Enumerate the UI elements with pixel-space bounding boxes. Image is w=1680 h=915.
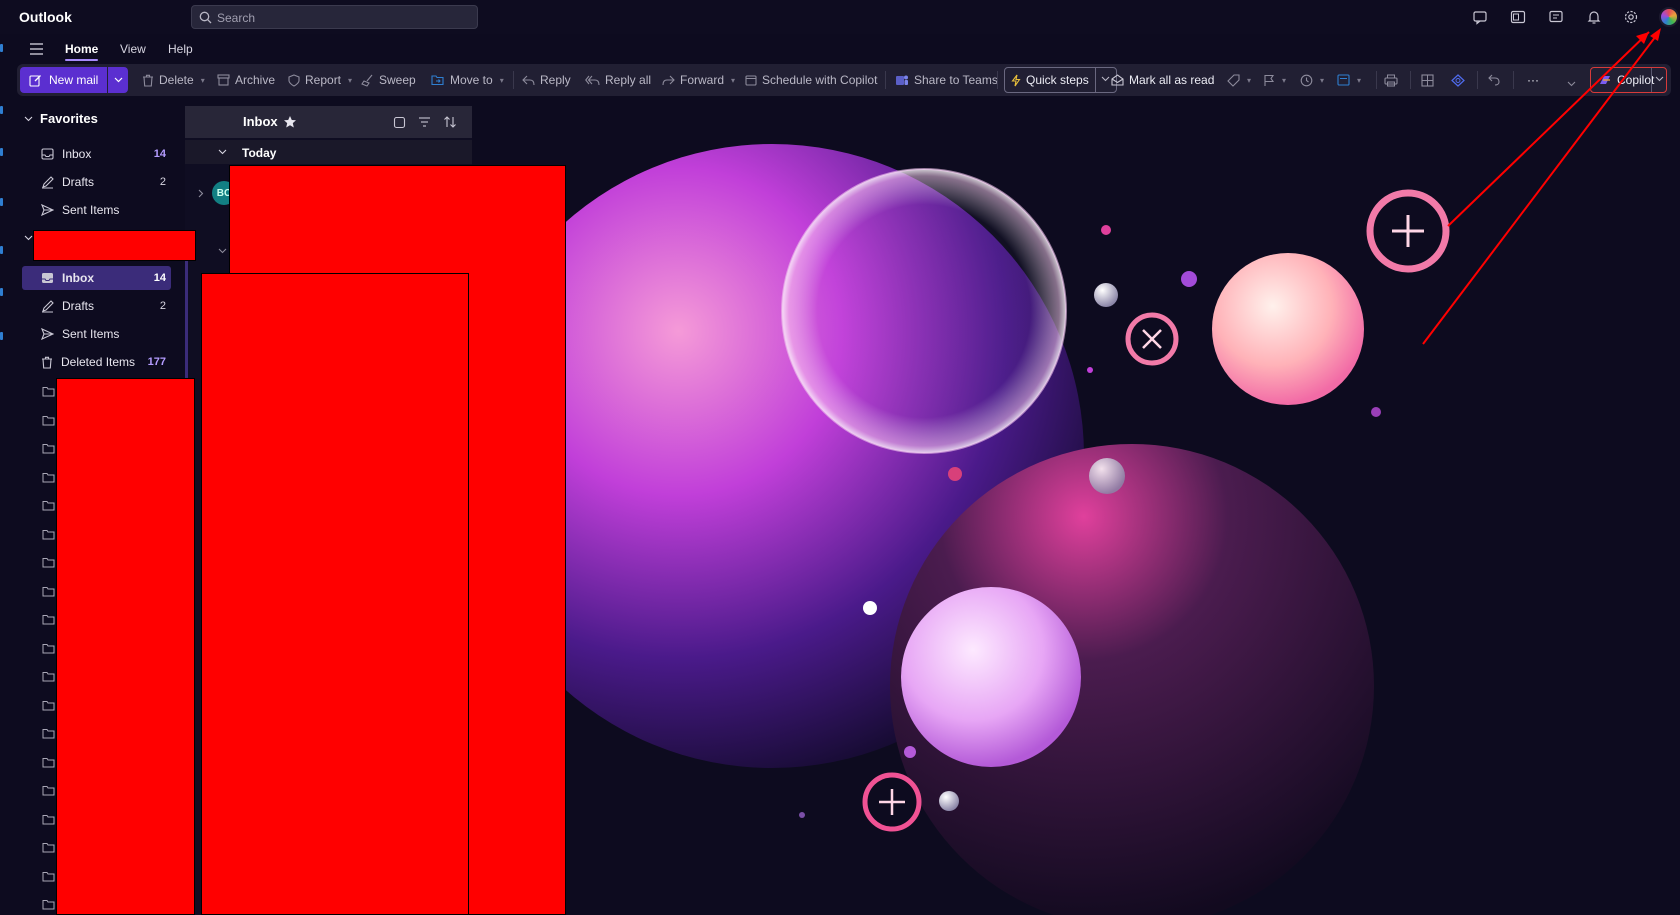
arrowhead-icon bbox=[1650, 28, 1661, 41]
redaction-box bbox=[33, 230, 196, 261]
annotation-arrow bbox=[1447, 31, 1650, 227]
annotation-arrow bbox=[1422, 31, 1660, 345]
redaction-box bbox=[201, 273, 469, 915]
redaction-box bbox=[56, 378, 195, 915]
